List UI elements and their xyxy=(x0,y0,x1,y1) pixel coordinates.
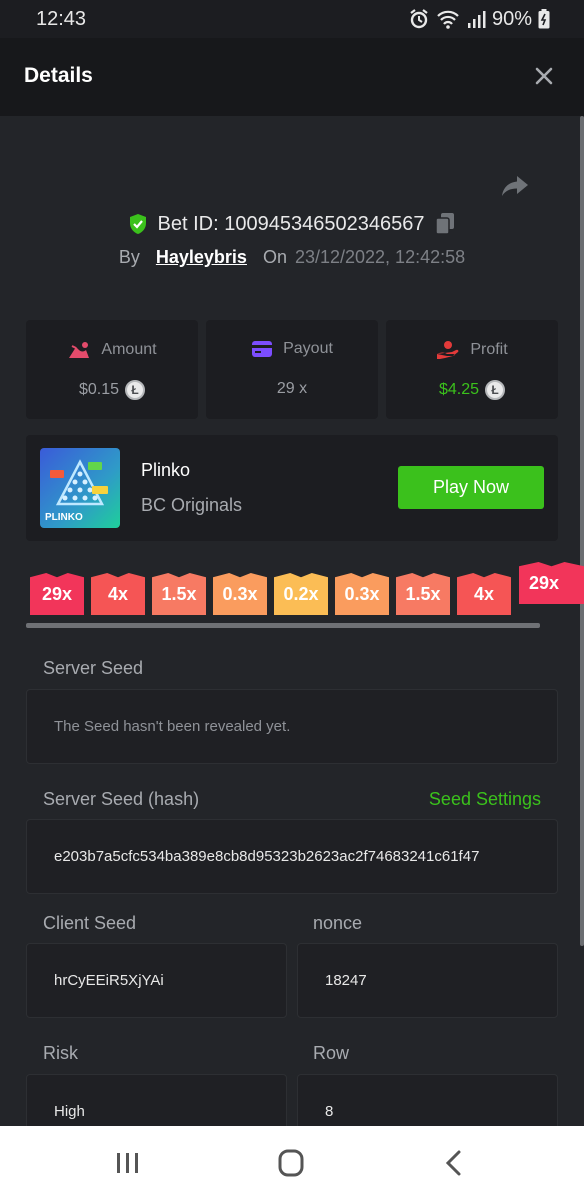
row-label: Row xyxy=(313,1043,350,1063)
wifi-icon xyxy=(437,10,459,29)
scrollbar[interactable] xyxy=(580,116,584,946)
server-seed-label: Server Seed xyxy=(43,658,144,678)
bet-meta-row: By Hayleybris On 23/12/2022, 12:42:58 xyxy=(0,247,584,268)
status-icons: 90% xyxy=(408,8,550,30)
client-seed-field[interactable]: hrCyEEiR5XjYAi xyxy=(26,943,287,1018)
multiplier-slot: 1.5x xyxy=(396,573,450,615)
close-icon[interactable] xyxy=(534,66,554,86)
username-link[interactable]: Hayleybris xyxy=(156,247,247,268)
bet-id-row: Bet ID: 100945346502346567 xyxy=(0,212,584,236)
game-name[interactable]: Plinko xyxy=(141,460,190,481)
share-icon[interactable] xyxy=(500,170,530,200)
home-icon[interactable] xyxy=(271,1148,311,1178)
multiplier-slot: 0.3x xyxy=(213,573,267,615)
by-label: By xyxy=(118,247,140,267)
thumb-title: PLINKO xyxy=(45,512,83,523)
amount-icon xyxy=(69,342,90,358)
copy-icon[interactable] xyxy=(434,212,456,236)
payout-card: Payout 29 x xyxy=(206,320,378,419)
multiplier-slot: 0.3x xyxy=(335,573,389,615)
amount-card: Amount $0.15 Ł xyxy=(26,320,198,419)
details-header: Details xyxy=(0,38,584,116)
status-time: 12:43 xyxy=(36,8,87,30)
plinko-thumbnail[interactable]: PLINKO xyxy=(40,448,120,528)
game-card: PLINKO Plinko BC Originals Play Now xyxy=(26,435,558,541)
back-icon[interactable] xyxy=(435,1148,475,1178)
amount-value: $0.15 xyxy=(78,381,120,398)
litecoin-icon: Ł xyxy=(485,380,506,400)
page-title: Details xyxy=(24,64,93,87)
payout-value: 29 x xyxy=(276,380,308,397)
bet-id: Bet ID: 100945346502346567 xyxy=(157,212,425,235)
payout-label: Payout xyxy=(283,340,333,357)
nonce-field[interactable]: 18247 xyxy=(297,943,558,1018)
profit-card: Profit $4.25 Ł xyxy=(386,320,558,419)
bet-date: 23/12/2022, 12:42:58 xyxy=(294,247,466,267)
system-nav-bar xyxy=(0,1126,584,1200)
seed-settings-link[interactable]: Seed Settings xyxy=(429,789,541,810)
multiplier-slot: 1.5x xyxy=(152,573,206,615)
profit-label: Profit xyxy=(470,341,508,358)
signal-icon xyxy=(467,11,486,28)
multiplier-slot-highlighted: 29x xyxy=(519,562,584,604)
on-label: On xyxy=(262,247,287,267)
verified-shield-icon xyxy=(129,214,146,234)
multiplier-slot: 4x xyxy=(91,573,145,615)
alarm-icon xyxy=(410,9,428,29)
status-bar: 12:43 90% xyxy=(0,0,584,38)
payout-icon xyxy=(252,341,273,357)
server-seed-hash-label: Server Seed (hash) xyxy=(43,789,200,809)
litecoin-icon: Ł xyxy=(125,380,146,400)
nonce-label: nonce xyxy=(313,913,363,933)
server-seed-hash-field[interactable]: e203b7a5cfc534ba389e8cb8d95323b2623ac2f7… xyxy=(26,819,558,894)
client-seed-label: Client Seed xyxy=(43,913,137,933)
multiplier-slot: 0.2x xyxy=(274,573,328,615)
multiplier-slot: 4x xyxy=(457,573,511,615)
recent-apps-icon[interactable] xyxy=(107,1148,147,1178)
profit-icon xyxy=(437,341,459,359)
game-provider: BC Originals xyxy=(141,495,243,515)
multiplier-slot: 29x xyxy=(30,573,84,615)
play-now-button[interactable]: Play Now xyxy=(398,466,544,509)
amount-label: Amount xyxy=(101,341,157,358)
battery-percent: 90% xyxy=(491,7,532,30)
server-seed-field[interactable]: The Seed hasn't been revealed yet. xyxy=(26,689,558,764)
profit-value: $4.25 xyxy=(438,381,480,398)
battery-icon xyxy=(538,9,550,29)
multiplier-scroll-bar[interactable] xyxy=(26,623,540,628)
risk-label: Risk xyxy=(43,1043,78,1063)
